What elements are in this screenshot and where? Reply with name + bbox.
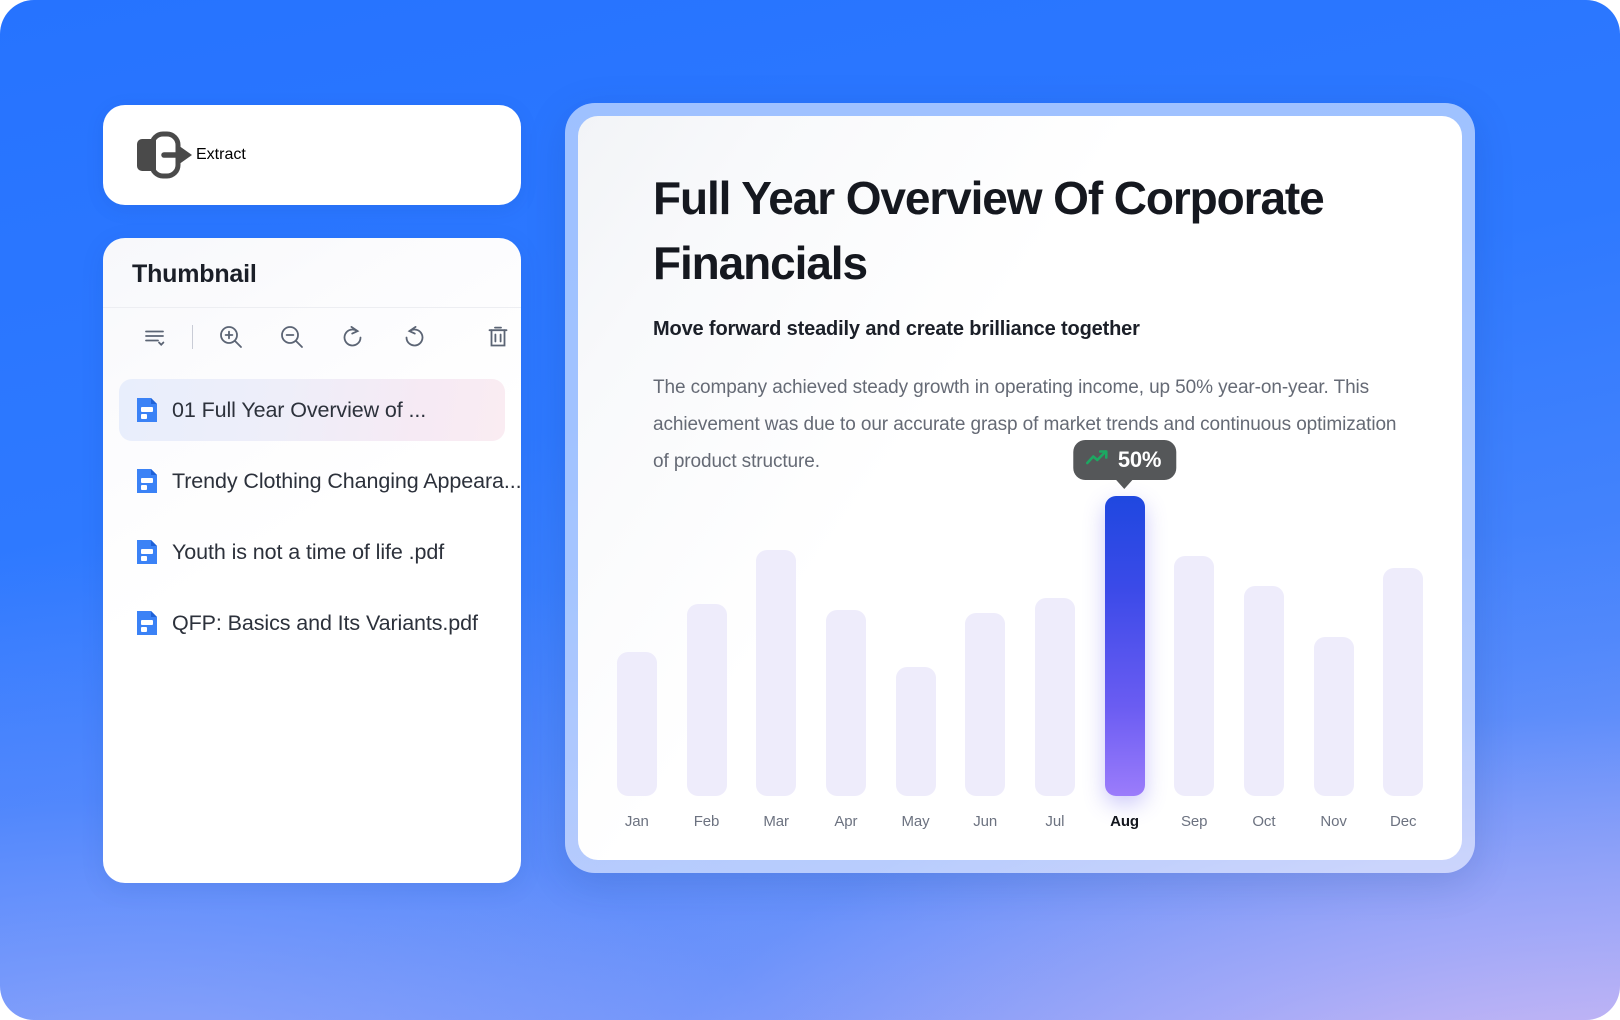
thumbnail-panel-title: Thumbnail — [132, 260, 257, 288]
thumbnail-file-list: 01 Full Year Overview of ... Trendy Clot… — [103, 365, 521, 654]
bar-slot[interactable] — [1159, 496, 1229, 796]
page-body-text: The company achieved steady growth in op… — [653, 377, 1397, 472]
left-sidebar: Extract Thumbnail 01 Full Year Overview … — [103, 105, 521, 883]
bar-slot[interactable] — [1299, 496, 1369, 796]
list-item-label: QFP: Basics and Its Variants.pdf — [172, 610, 478, 635]
bar[interactable] — [1313, 637, 1354, 796]
axis-label: Oct — [1252, 813, 1276, 830]
bar-slot[interactable] — [672, 496, 742, 796]
pdf-file-icon — [135, 467, 159, 495]
axis-label: May — [901, 813, 930, 830]
axis-label: Apr — [834, 813, 858, 830]
export-arrow-icon — [134, 129, 196, 181]
axis-label: Feb — [693, 813, 720, 830]
delete-icon[interactable] — [476, 314, 521, 360]
bar-slot[interactable] — [811, 496, 881, 796]
axis-label: Jul — [1045, 813, 1065, 830]
rotate-right-icon[interactable] — [391, 314, 436, 360]
axis-label: Dec — [1390, 813, 1417, 830]
document-page: Full Year Overview Of Corporate Financia… — [578, 116, 1462, 860]
zoom-out-icon[interactable] — [270, 314, 315, 360]
bar-chart-plot — [592, 496, 1448, 796]
bar-chart-axis-labels: Jan Feb Mar Apr May Jun Jul Aug Sep Oct Nov Dec — [592, 813, 1448, 830]
thumbnail-panel: Thumbnail 01 Full Year Overview of ... T… — [103, 238, 521, 883]
bar-chart: Jan Feb Mar Apr May Jun Jul Aug Sep Oct Nov Dec 50% — [592, 440, 1448, 838]
axis-label: Mar — [763, 813, 789, 830]
thumbnail-toolbar — [103, 307, 521, 365]
list-item[interactable]: Youth is not a time of life .pdf — [119, 521, 505, 583]
app-root: Extract Thumbnail 01 Full Year Overview … — [0, 0, 1620, 1020]
chart-tooltip: 50% — [1072, 440, 1177, 480]
axis-label: Sep — [1181, 813, 1208, 830]
pdf-file-icon — [135, 609, 159, 637]
page-title: Full Year Overview Of Corporate Financia… — [653, 172, 1325, 289]
bar[interactable] — [1174, 556, 1215, 796]
trending-up-icon — [1085, 449, 1109, 471]
bar-slot[interactable] — [950, 496, 1020, 796]
list-item[interactable]: QFP: Basics and Its Variants.pdf — [119, 592, 505, 654]
bar[interactable] — [895, 667, 936, 796]
zoom-in-icon[interactable] — [209, 314, 254, 360]
bar-slot[interactable] — [1020, 496, 1090, 796]
bar[interactable] — [965, 613, 1006, 796]
bar-slot[interactable] — [881, 496, 951, 796]
axis-label: Jan — [624, 813, 649, 830]
extract-button[interactable]: Extract — [103, 105, 521, 205]
toolbar-divider — [177, 324, 208, 349]
list-item-label: Trendy Clothing Changing Appeara...... — [172, 468, 521, 493]
pdf-file-icon — [135, 538, 159, 566]
list-item[interactable]: 01 Full Year Overview of ... — [119, 379, 505, 441]
bar-slot[interactable] — [1368, 496, 1438, 796]
axis-label: Nov — [1320, 813, 1347, 830]
rotate-left-icon[interactable] — [330, 314, 375, 360]
bar[interactable] — [756, 550, 797, 796]
page-subtitle: Move forward steadily and create brillia… — [653, 318, 1140, 340]
chart-tooltip-value: 50% — [1117, 447, 1162, 472]
list-item-label: Youth is not a time of life .pdf — [172, 539, 445, 564]
axis-label: Aug — [1110, 813, 1139, 830]
bar-slot[interactable] — [602, 496, 672, 796]
list-view-icon[interactable] — [132, 314, 177, 360]
bar[interactable] — [1243, 586, 1284, 796]
bar-slot[interactable] — [1090, 496, 1160, 796]
bar[interactable] — [616, 652, 657, 796]
pdf-file-icon — [135, 396, 159, 424]
extract-label: Extract — [196, 146, 246, 163]
bar[interactable] — [686, 604, 727, 796]
bar[interactable] — [825, 610, 866, 796]
bar[interactable] — [1383, 568, 1424, 796]
document-preview-frame: Full Year Overview Of Corporate Financia… — [565, 103, 1475, 873]
list-item-label: 01 Full Year Overview of ... — [172, 397, 427, 422]
bar-slot[interactable] — [741, 496, 811, 796]
bar-slot[interactable] — [1229, 496, 1299, 796]
list-item[interactable]: Trendy Clothing Changing Appeara...... — [119, 450, 521, 512]
axis-label: Jun — [973, 813, 998, 830]
bar[interactable] — [1034, 598, 1075, 796]
bar-active[interactable] — [1104, 496, 1145, 796]
